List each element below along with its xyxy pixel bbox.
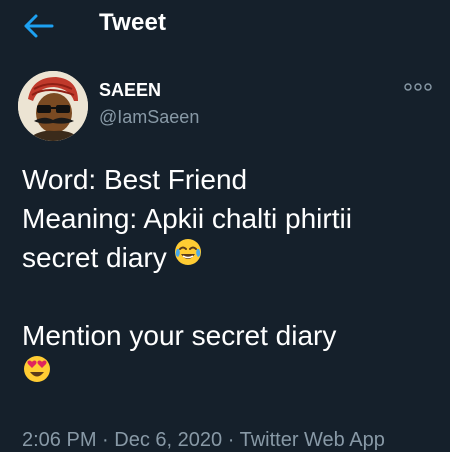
tweet-text: Word: Best Friend Meaning: Apkii chalti … xyxy=(22,160,442,394)
tweet-date: Dec 6, 2020 xyxy=(114,429,223,451)
face-with-tears-of-joy-emoji xyxy=(173,237,203,277)
cartoon-avatar xyxy=(18,71,88,141)
tweet-line-3-text: secret diary xyxy=(22,242,167,273)
more-dots-icon xyxy=(404,83,432,91)
avatar[interactable] xyxy=(18,71,88,141)
more-options-button[interactable] xyxy=(404,80,432,94)
author-handle[interactable]: @IamSaeen xyxy=(99,107,199,128)
tweet-line-1: Word: Best Friend xyxy=(22,164,248,195)
arrow-left-icon xyxy=(24,14,54,38)
tweet-source-link[interactable]: Twitter Web App xyxy=(240,429,385,451)
back-button[interactable] xyxy=(22,12,56,40)
meta-separator: · xyxy=(102,429,109,451)
tweet-line-4: Mention your secret diary xyxy=(22,320,337,351)
tweet-metadata: 2:06 PM · Dec 6, 2020 · Twitter Web App xyxy=(22,429,385,452)
page-title: Tweet xyxy=(99,9,167,36)
tweet-line-3: secret diary xyxy=(22,238,442,277)
tweet-line-2: Meaning: Apkii chalti phirtii xyxy=(22,203,352,234)
tweet-line-5 xyxy=(22,355,442,394)
tweet-time: 2:06 PM xyxy=(22,429,97,451)
top-header: Tweet xyxy=(0,0,450,52)
meta-separator-2: · xyxy=(227,429,235,451)
smiling-face-with-heart-eyes-emoji xyxy=(22,354,52,394)
author-display-name[interactable]: SAEEN xyxy=(99,80,161,101)
